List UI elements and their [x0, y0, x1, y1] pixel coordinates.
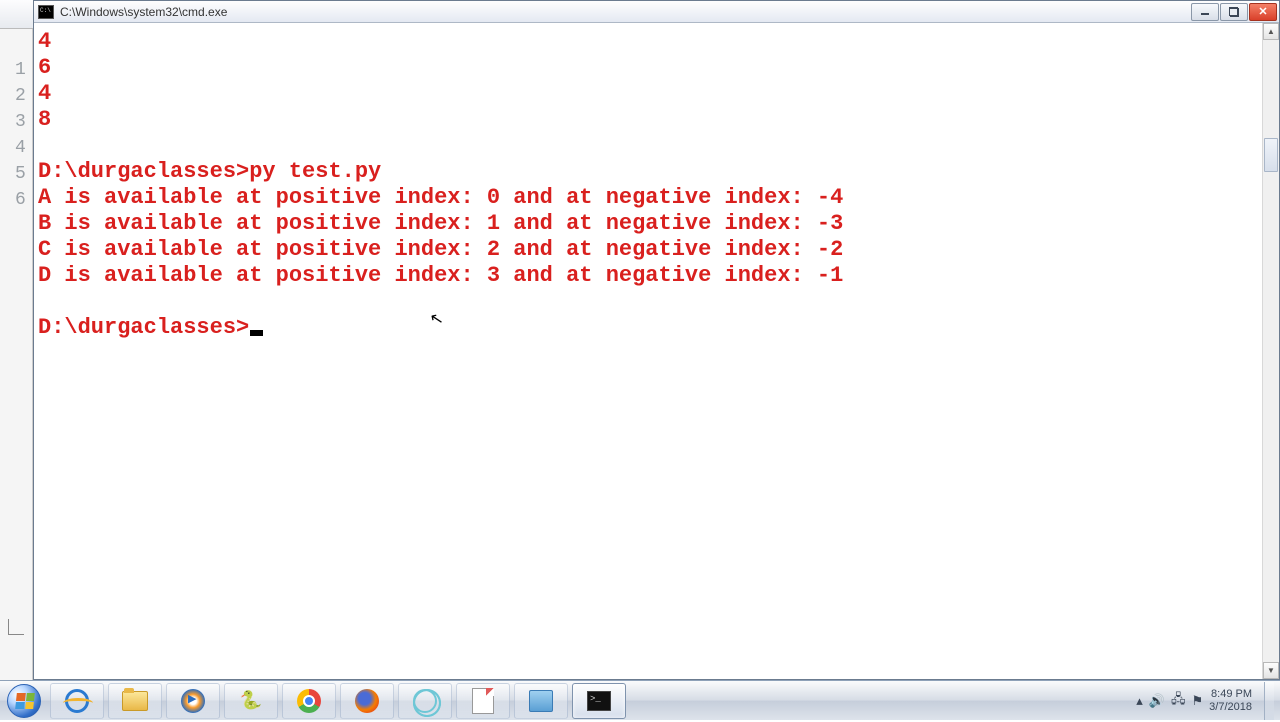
- out-line: D:\durgaclasses>py test.py: [38, 159, 381, 184]
- vertical-scrollbar[interactable]: ▲ ▼: [1262, 23, 1279, 679]
- out-line: A is available at positive index: 0 and …: [38, 185, 843, 210]
- taskbar-item-atom[interactable]: [398, 683, 452, 719]
- close-button[interactable]: ✕: [1249, 3, 1277, 21]
- titlebar[interactable]: C:\Windows\system32\cmd.exe ✕: [34, 1, 1279, 23]
- note-icon: [472, 688, 494, 714]
- taskbar-item-cmd[interactable]: [572, 683, 626, 719]
- background-editor-scroll-corner: [8, 619, 24, 635]
- taskbar: 🐍 ▴ 🔊 🖧 ⚑ 8:49 PM 3/7/2018: [0, 680, 1280, 720]
- cmd-window: C:\Windows\system32\cmd.exe ✕ 4 6 4 8 D:…: [33, 0, 1280, 680]
- taskbar-item-mediaplayer[interactable]: [166, 683, 220, 719]
- tray-clock[interactable]: 8:49 PM 3/7/2018: [1209, 688, 1252, 714]
- tray-network-icon[interactable]: 🖧: [1171, 690, 1186, 712]
- background-editor-titlebar: [0, 0, 33, 29]
- tray-date: 3/7/2018: [1209, 701, 1252, 714]
- tray-flag-icon[interactable]: ⚑: [1192, 693, 1204, 709]
- scroll-up-button[interactable]: ▲: [1263, 23, 1279, 40]
- bg-lineno: 5: [15, 164, 26, 184]
- out-line: 6: [38, 55, 51, 80]
- prompt-line: D:\durgaclasses>: [38, 315, 249, 340]
- scroll-track[interactable]: [1263, 40, 1279, 662]
- taskbar-item-python[interactable]: 🐍: [224, 683, 278, 719]
- firefox-icon: [355, 689, 379, 713]
- folder-icon: [122, 691, 148, 711]
- taskbar-item-chrome[interactable]: [282, 683, 336, 719]
- window-title: C:\Windows\system32\cmd.exe: [60, 5, 227, 19]
- tray-chevron-icon[interactable]: ▴: [1136, 693, 1143, 709]
- python-icon: 🐍: [240, 690, 262, 712]
- bg-lineno: 6: [15, 190, 26, 210]
- tray-volume-icon[interactable]: 🔊: [1149, 693, 1165, 709]
- bg-lineno: 2: [15, 86, 26, 106]
- out-line: C is available at positive index: 2 and …: [38, 237, 843, 262]
- tray-time: 8:49 PM: [1209, 688, 1252, 701]
- ie-icon: [65, 689, 89, 713]
- terminal-output[interactable]: 4 6 4 8 D:\durgaclasses>py test.py A is …: [34, 23, 1262, 679]
- bg-lineno: 3: [15, 112, 26, 132]
- taskbar-item-firefox[interactable]: [340, 683, 394, 719]
- cmd-task-icon: [587, 691, 611, 711]
- out-line: 8: [38, 107, 51, 132]
- background-editor-edge: 1 2 3 4 5 6: [0, 0, 33, 680]
- out-line: D is available at positive index: 3 and …: [38, 263, 843, 288]
- taskbar-item-editor[interactable]: [456, 683, 510, 719]
- maximize-button[interactable]: [1220, 3, 1248, 21]
- taskbar-item-editplus[interactable]: [514, 683, 568, 719]
- editplus-icon: [529, 690, 553, 712]
- show-desktop-button[interactable]: [1264, 682, 1274, 720]
- start-button[interactable]: [0, 681, 48, 721]
- bg-lineno: 1: [15, 60, 26, 80]
- scroll-thumb[interactable]: [1264, 138, 1278, 172]
- out-line: B is available at positive index: 1 and …: [38, 211, 843, 236]
- system-tray: ▴ 🔊 🖧 ⚑ 8:49 PM 3/7/2018: [1136, 682, 1280, 720]
- cmd-icon: [38, 5, 54, 19]
- scroll-down-button[interactable]: ▼: [1263, 662, 1279, 679]
- minimize-button[interactable]: [1191, 3, 1219, 21]
- taskbar-item-ie[interactable]: [50, 683, 104, 719]
- atom-icon: [413, 689, 437, 713]
- chrome-icon: [297, 689, 321, 713]
- out-line: 4: [38, 81, 51, 106]
- cursor: [250, 330, 263, 336]
- out-line: 4: [38, 29, 51, 54]
- mediaplayer-icon: [181, 689, 205, 713]
- taskbar-item-explorer[interactable]: [108, 683, 162, 719]
- bg-lineno: 4: [15, 138, 26, 158]
